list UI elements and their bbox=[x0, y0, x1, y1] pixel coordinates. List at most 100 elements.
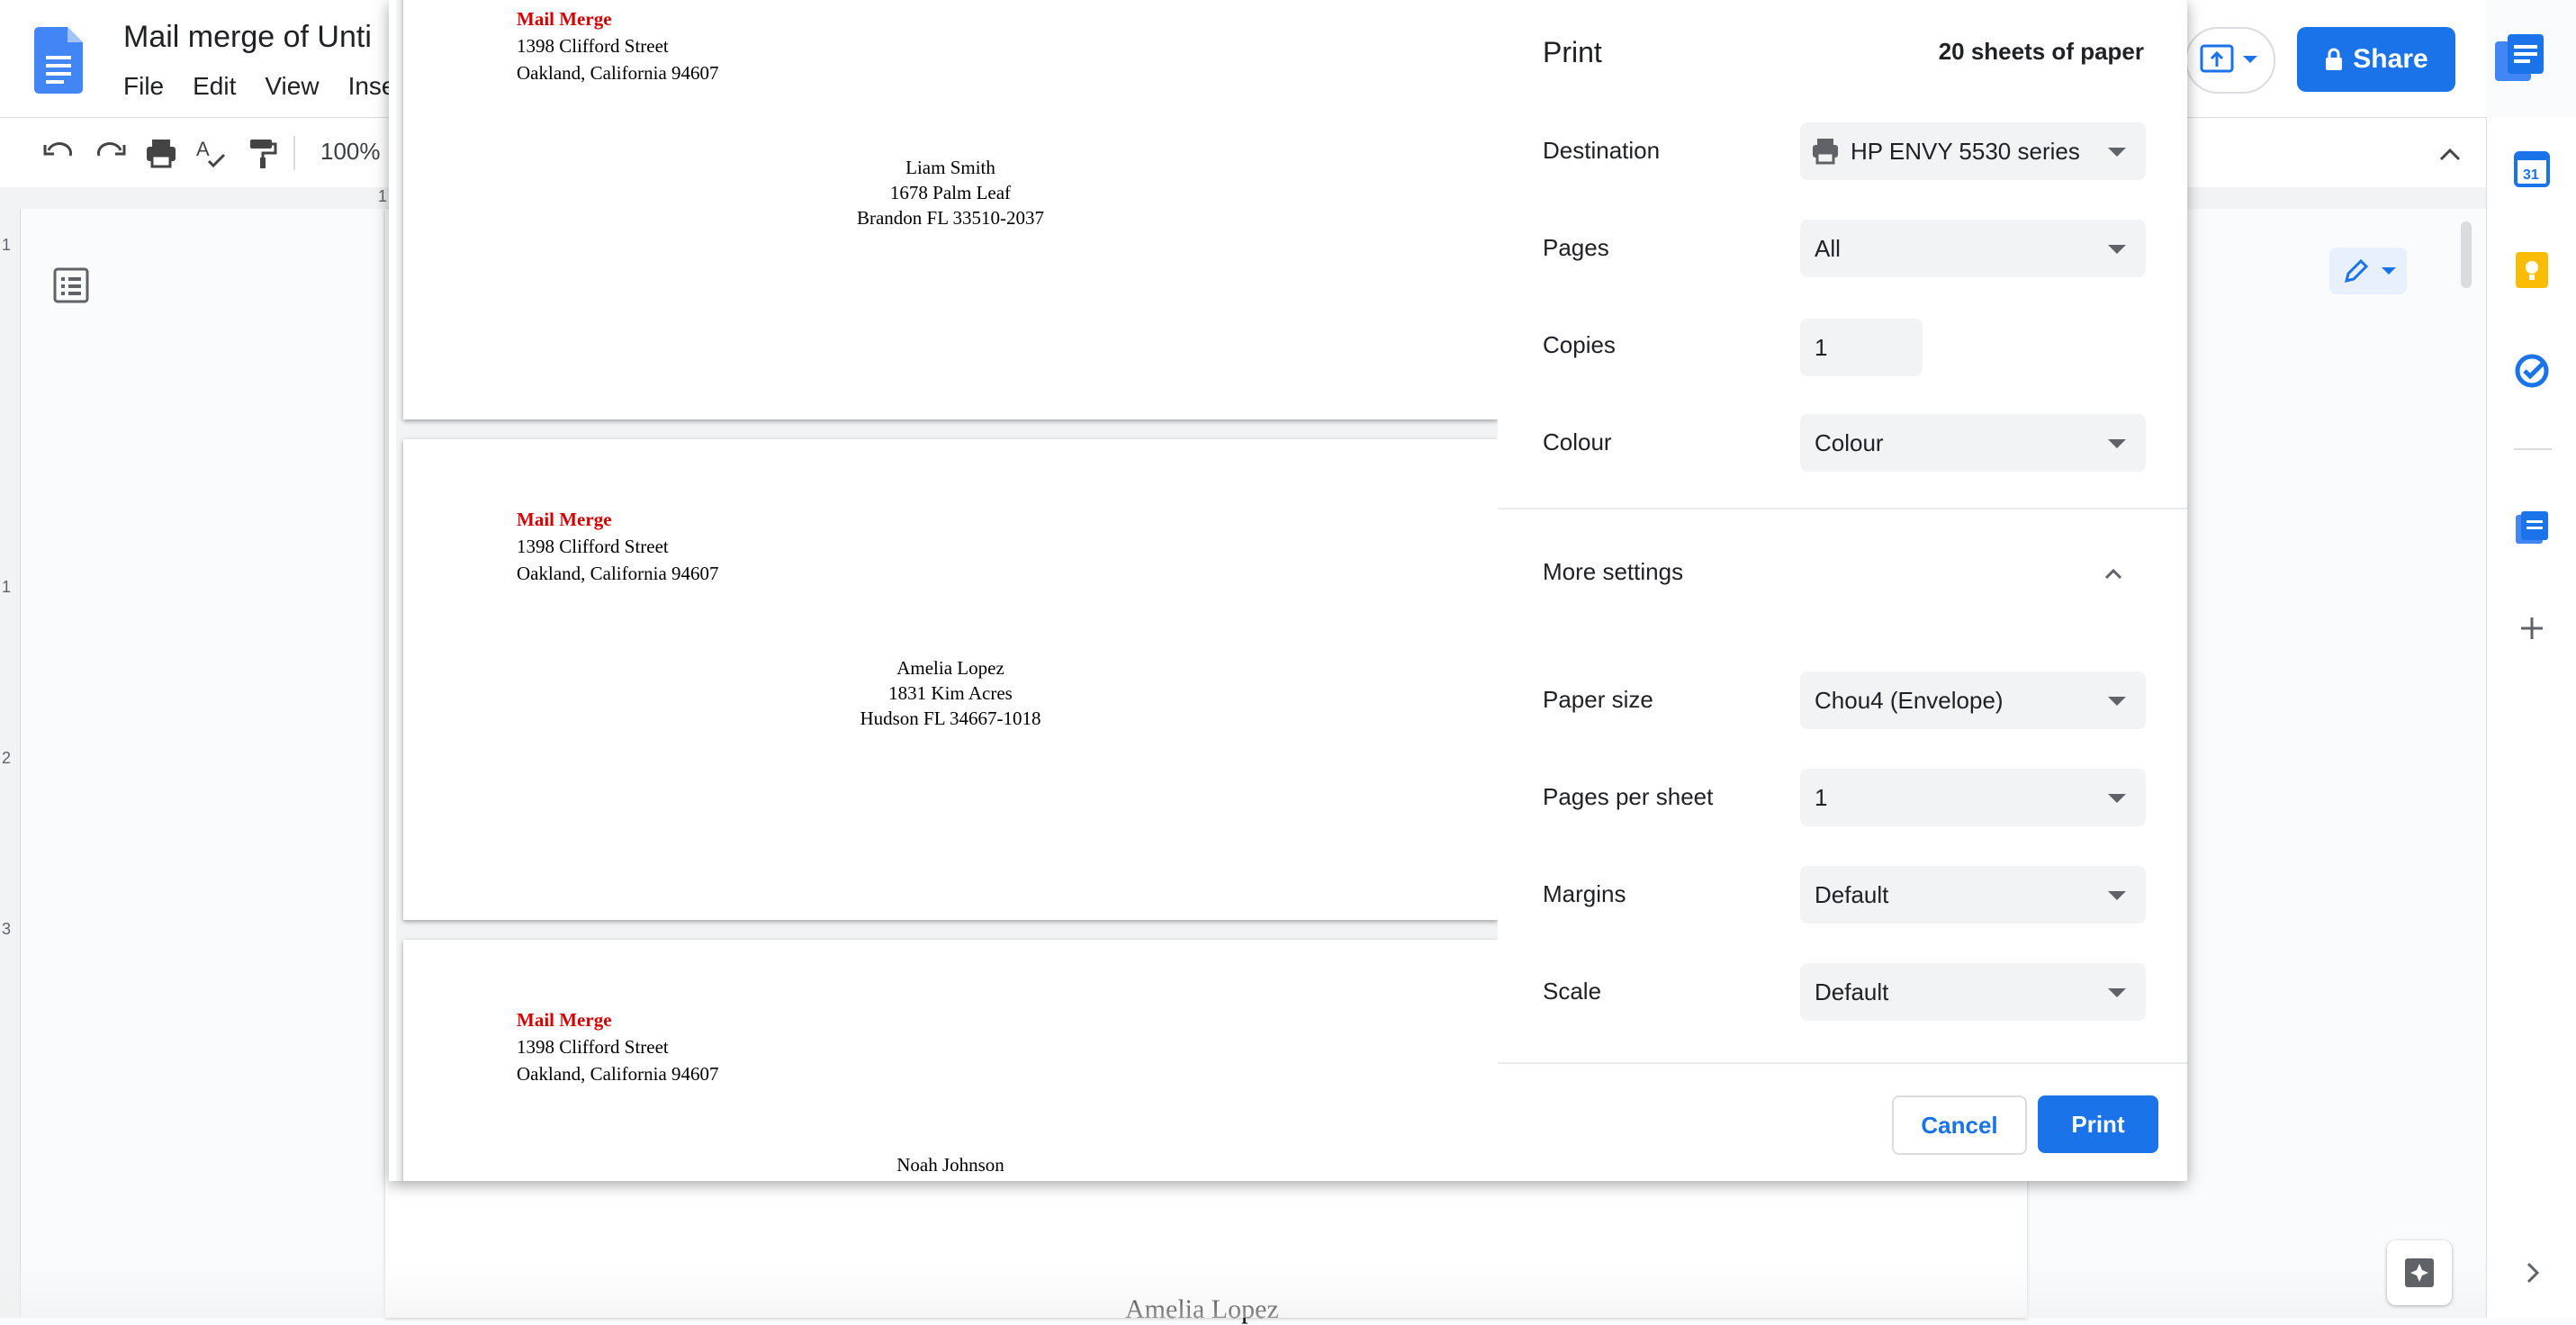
tasks-icon[interactable] bbox=[2512, 351, 2552, 391]
destination-label: Destination bbox=[1543, 137, 1661, 164]
explore-button[interactable] bbox=[2387, 1240, 2452, 1305]
colour-value: Colour bbox=[1815, 428, 1884, 456]
print-dialog: Mail Merge 1398 Clifford Street Oakland,… bbox=[389, 0, 2187, 1181]
menu-file[interactable]: File bbox=[123, 72, 164, 101]
zoom-select[interactable]: 100% bbox=[320, 138, 381, 166]
present-to-meeting-icon bbox=[2200, 44, 2234, 73]
pages-per-sheet-select[interactable]: 1 bbox=[1800, 769, 2146, 826]
menu-bar: File Edit View Inse bbox=[123, 72, 425, 101]
scale-select[interactable]: Default bbox=[1800, 963, 2146, 1021]
scale-label: Scale bbox=[1543, 978, 1602, 1005]
recipient-street: 1831 Kim Acres bbox=[888, 682, 1013, 704]
calendar-icon[interactable]: 31 bbox=[2512, 149, 2552, 189]
ruler-number: 1 bbox=[378, 187, 388, 205]
chevron-right-icon[interactable] bbox=[2512, 1253, 2552, 1293]
share-button[interactable]: Share bbox=[2297, 27, 2455, 92]
envelope-preview: Mail Merge 1398 Clifford Street Oakland,… bbox=[403, 940, 1498, 1181]
chevron-down-icon bbox=[2243, 56, 2257, 63]
return-street: 1398 Clifford Street bbox=[517, 536, 669, 557]
side-panel: 31 bbox=[2486, 117, 2576, 1318]
chevron-up-icon[interactable] bbox=[2430, 134, 2470, 174]
document-title[interactable]: Mail merge of Unti bbox=[123, 20, 372, 55]
ruler-number: 1 bbox=[2, 578, 12, 596]
share-label: Share bbox=[2353, 44, 2428, 74]
margins-label: Margins bbox=[1543, 880, 1626, 907]
recipient-address: Amelia Lopez 1831 Kim Acres Hudson FL 34… bbox=[403, 655, 1498, 731]
print-button[interactable]: Print bbox=[2038, 1095, 2158, 1153]
pages-per-sheet-value: 1 bbox=[1815, 783, 1828, 811]
copies-value: 1 bbox=[1815, 333, 1828, 361]
redo-icon[interactable] bbox=[92, 134, 130, 172]
printer-icon bbox=[1813, 139, 1838, 165]
return-address: Mail Merge 1398 Clifford Street Oakland,… bbox=[517, 5, 719, 86]
paint-format-icon[interactable] bbox=[243, 134, 281, 172]
destination-select[interactable]: HP ENVY 5530 series bbox=[1800, 122, 2146, 180]
document-outline-icon[interactable] bbox=[52, 266, 90, 304]
keep-icon[interactable] bbox=[2512, 250, 2552, 290]
destination-value: HP ENVY 5530 series bbox=[1851, 137, 2080, 165]
svg-text:A: A bbox=[196, 138, 210, 160]
dropdown-arrow-icon bbox=[2108, 891, 2126, 900]
undo-icon[interactable] bbox=[40, 134, 77, 172]
print-icon[interactable] bbox=[142, 134, 180, 172]
ruler-number: 3 bbox=[2, 920, 12, 938]
svg-text:31: 31 bbox=[2523, 167, 2539, 183]
scrollbar[interactable] bbox=[2461, 221, 2472, 288]
margins-select[interactable]: Default bbox=[1800, 866, 2146, 924]
paper-size-label: Paper size bbox=[1543, 686, 1653, 713]
dropdown-arrow-icon bbox=[2108, 988, 2126, 997]
recipient-city: Brandon FL 33510-2037 bbox=[856, 207, 1045, 229]
return-city: Oakland, California 94607 bbox=[517, 563, 719, 584]
preview-background: Mail Merge 1398 Clifford Street Oakland,… bbox=[396, 0, 1498, 1181]
docs-addon-icon[interactable] bbox=[2512, 508, 2552, 547]
print-preview[interactable]: Mail Merge 1398 Clifford Street Oakland,… bbox=[389, 0, 1498, 1181]
chevron-down-icon bbox=[2382, 267, 2396, 275]
dropdown-arrow-icon bbox=[2108, 794, 2126, 803]
menu-edit[interactable]: Edit bbox=[193, 72, 236, 101]
recipient-name: Liam Smith bbox=[905, 157, 995, 178]
settings-divider bbox=[1498, 508, 2187, 509]
paper-size-select[interactable]: Chou4 (Envelope) bbox=[1800, 672, 2146, 729]
recipient-city: Hudson FL 34667-1018 bbox=[860, 708, 1041, 729]
more-settings-toggle[interactable]: More settings bbox=[1543, 558, 1683, 586]
spellcheck-icon[interactable]: A bbox=[193, 134, 230, 172]
cancel-button[interactable]: Cancel bbox=[1892, 1095, 2027, 1155]
present-button[interactable] bbox=[2185, 27, 2275, 94]
recipient-street: 1678 Palm Leaf bbox=[889, 182, 1012, 203]
colour-label: Colour bbox=[1543, 428, 1612, 455]
recipient-name: Noah Johnson bbox=[896, 1154, 1004, 1176]
editing-mode-button[interactable] bbox=[2329, 248, 2407, 294]
add-icon[interactable] bbox=[2512, 608, 2552, 648]
copies-label: Copies bbox=[1543, 331, 1616, 358]
side-panel-divider bbox=[2514, 448, 2552, 450]
ruler-number: 2 bbox=[2, 749, 12, 767]
dropdown-arrow-icon bbox=[2108, 439, 2126, 448]
toolbar-divider bbox=[293, 136, 295, 170]
return-street: 1398 Clifford Street bbox=[517, 35, 669, 57]
return-street: 1398 Clifford Street bbox=[517, 1036, 669, 1058]
recipient-address: Liam Smith 1678 Palm Leaf Brandon FL 335… bbox=[403, 155, 1498, 230]
chevron-up-icon[interactable] bbox=[2101, 562, 2126, 587]
google-docs-logo-icon[interactable] bbox=[34, 27, 83, 94]
pages-value: All bbox=[1815, 234, 1841, 262]
recipient-name: Amelia Lopez bbox=[896, 657, 1004, 679]
return-address: Mail Merge 1398 Clifford Street Oakland,… bbox=[517, 1006, 719, 1087]
scale-value: Default bbox=[1815, 978, 1889, 1005]
lock-icon bbox=[2326, 48, 2343, 70]
pages-select[interactable]: All bbox=[1800, 220, 2146, 277]
pages-label: Pages bbox=[1543, 234, 1609, 261]
account-avatar-icon[interactable] bbox=[2491, 31, 2547, 86]
pencil-icon bbox=[2344, 258, 2369, 284]
copies-input[interactable]: 1 bbox=[1800, 319, 1923, 376]
margins-value: Default bbox=[1815, 880, 1889, 908]
menu-view[interactable]: View bbox=[265, 72, 319, 101]
vertical-ruler[interactable]: 1 1 2 3 bbox=[0, 209, 21, 1318]
envelope-preview: Mail Merge 1398 Clifford Street Oakland,… bbox=[403, 0, 1498, 419]
pages-per-sheet-label: Pages per sheet bbox=[1543, 783, 1714, 810]
dropdown-arrow-icon bbox=[2108, 245, 2126, 254]
ruler-number: 1 bbox=[2, 236, 12, 254]
colour-select[interactable]: Colour bbox=[1800, 414, 2146, 472]
print-title: Print bbox=[1543, 36, 1602, 68]
return-company: Mail Merge bbox=[517, 1009, 612, 1031]
dropdown-arrow-icon bbox=[2108, 148, 2126, 157]
